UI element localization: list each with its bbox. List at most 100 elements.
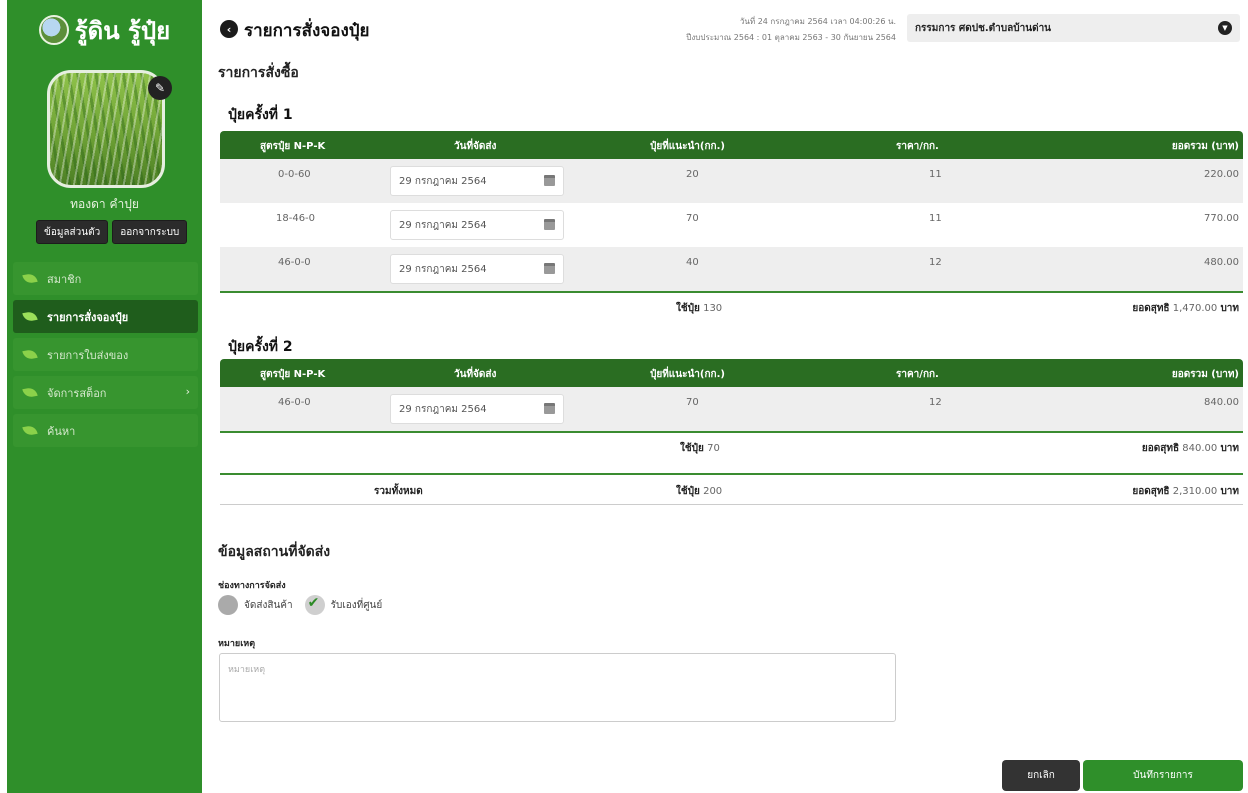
leaf-icon <box>22 310 38 323</box>
sidebar-item-label: จัดการสต็อก <box>47 386 107 400</box>
sidebar-item-fertilizer-orders[interactable]: รายการสั่งจองปุ๋ย <box>13 300 198 333</box>
summary-net-unit: บาท <box>1220 303 1239 314</box>
note-label: หมายเหตุ <box>218 639 256 649</box>
cell-qty: 20 <box>686 169 699 180</box>
sidebar: รู้ดิน รู้ปุ๋ย ✎ ทองดา คำปุย ข้อมูลส่วนต… <box>7 0 202 793</box>
shipping-section-title: ข้อมูลสถานที่จัดส่ง <box>218 544 331 560</box>
radio-ship-product[interactable] <box>218 595 238 615</box>
top-bar: ‹ รายการสั่งจองปุ๋ย วันที่ 24 กรกฎาคม 25… <box>218 14 1243 44</box>
back-arrow-icon[interactable]: ‹ <box>220 20 238 38</box>
col-price-per-kg: ราคา/กก. <box>896 141 939 152</box>
radio-pickup-center-label[interactable]: รับเองที่ศูนย์ <box>331 598 383 613</box>
cell-qty: 70 <box>686 397 699 408</box>
sidebar-item-label: สมาชิก <box>47 272 82 286</box>
table-row: 18-46-0 29 กรกฎาคม 2564 70 11 770.00 <box>220 203 1243 247</box>
calendar-icon <box>544 219 555 230</box>
cell-total: 220.00 <box>1204 169 1239 180</box>
summary-usage-value: 130 <box>703 303 723 314</box>
sidebar-item-label: รายการใบส่งของ <box>47 348 129 362</box>
summary-net: ยอดสุทธิ 840.00 บาท <box>1142 441 1239 456</box>
col-total: ยอดรวม (บาท) <box>1171 369 1239 380</box>
radio-ship-product-label[interactable]: จัดส่งสินค้า <box>244 598 293 613</box>
sidebar-item-label: รายการสั่งจองปุ๋ย <box>47 310 129 324</box>
grand-net-label: ยอดสุทธิ <box>1132 486 1170 497</box>
leaf-icon <box>22 424 38 437</box>
sidebar-nav: สมาชิก รายการสั่งจองปุ๋ย รายการใบส่งของ … <box>13 262 198 452</box>
cell-total: 480.00 <box>1204 257 1239 268</box>
table-row: 46-0-0 29 กรกฎาคม 2564 40 12 480.00 <box>220 247 1243 291</box>
summary-net-value: 1,470.00 <box>1172 303 1218 314</box>
summary-net-unit: บาท <box>1220 443 1239 454</box>
round-1-title: ปุ๋ยครั้งที่ 1 <box>228 107 293 123</box>
sidebar-item-search[interactable]: ค้นหา <box>13 414 198 447</box>
summary-usage-label: ใช้ปุ๋ย <box>680 443 704 454</box>
profile-buttons: ข้อมูลส่วนตัว ออกจากระบบ <box>36 220 188 244</box>
organization-selected-value: กรรมการ ศดปช.ตำบลบ้านด่าน <box>915 22 1052 34</box>
cell-price: 12 <box>929 257 942 268</box>
cell-qty: 40 <box>686 257 699 268</box>
date-info: วันที่ 24 กรกฎาคม 2564 เวลา 04:00:26 น. … <box>658 14 896 46</box>
col-recommended-qty: ปุ๋ยที่แนะนำ(กก.) <box>650 141 725 152</box>
cell-qty: 70 <box>686 213 699 224</box>
round-1-summary: ใช้ปุ๋ย 130 ยอดสุทธิ 1,470.00 บาท <box>220 291 1243 321</box>
sidebar-item-stock[interactable]: จัดการสต็อก › <box>13 376 198 409</box>
cell-formula: 46-0-0 <box>278 397 311 408</box>
summary-net: ยอดสุทธิ 1,470.00 บาท <box>1132 301 1239 316</box>
leaf-icon <box>22 348 38 361</box>
cell-total: 770.00 <box>1204 213 1239 224</box>
table-header: สูตรปุ๋ย N-P-K วันที่จัดส่ง ปุ๋ยที่แนะนำ… <box>220 359 1243 387</box>
summary-usage: ใช้ปุ๋ย 130 <box>676 301 722 316</box>
col-recommended-qty: ปุ๋ยที่แนะนำ(กก.) <box>650 369 725 380</box>
table-header: สูตรปุ๋ย N-P-K วันที่จัดส่ง ปุ๋ยที่แนะนำ… <box>220 131 1243 159</box>
user-name: ทองดา คำปุย <box>70 197 139 211</box>
delivery-date-input[interactable]: 29 กรกฎาคม 2564 <box>390 210 564 240</box>
note-textarea[interactable]: หมายเหตุ <box>219 653 896 722</box>
delivery-date-input[interactable]: 29 กรกฎาคม 2564 <box>390 166 564 196</box>
col-price-per-kg: ราคา/กก. <box>896 369 939 380</box>
round-2-title: ปุ๋ยครั้งที่ 2 <box>228 339 293 355</box>
leaf-icon <box>22 272 38 285</box>
note-placeholder: หมายเหตุ <box>228 665 266 675</box>
order-section-title: รายการสั่งซื้อ <box>218 65 299 81</box>
app-root: รู้ดิน รู้ปุ๋ย ✎ ทองดา คำปุย ข้อมูลส่วนต… <box>0 0 1248 793</box>
profile-info-button[interactable]: ข้อมูลส่วนตัว <box>36 220 109 244</box>
radio-pickup-center[interactable] <box>304 595 325 615</box>
cancel-button[interactable]: ยกเลิก <box>1002 760 1080 791</box>
summary-usage-label: ใช้ปุ๋ย <box>676 303 700 314</box>
brand-logo-icon <box>38 15 69 45</box>
grand-total-row: รวมทั้งหมด ใช้ปุ๋ย 200 ยอดสุทธิ 2,310.00… <box>220 473 1243 505</box>
summary-usage-value: 70 <box>707 443 720 454</box>
col-formula: สูตรปุ๋ย N-P-K <box>260 369 326 380</box>
sidebar-item-delivery-notes[interactable]: รายการใบส่งของ <box>13 338 198 371</box>
round-2-summary: ใช้ปุ๋ย 70 ยอดสุทธิ 840.00 บาท <box>220 431 1243 461</box>
grand-net-unit: บาท <box>1220 486 1239 497</box>
cell-formula: 46-0-0 <box>278 257 311 268</box>
sidebar-item-label: ค้นหา <box>47 424 76 438</box>
summary-net-label: ยอดสุทธิ <box>1132 303 1170 314</box>
calendar-icon <box>544 175 555 186</box>
edit-pencil-icon[interactable]: ✎ <box>148 76 172 100</box>
logout-button[interactable]: ออกจากระบบ <box>112 220 188 244</box>
organization-select[interactable]: กรรมการ ศดปช.ตำบลบ้านด่าน ▼ <box>907 14 1240 42</box>
cell-price: 11 <box>929 213 942 224</box>
summary-net-value: 840.00 <box>1182 443 1218 454</box>
save-button[interactable]: บันทึกรายการ <box>1083 760 1243 791</box>
cell-formula: 18-46-0 <box>276 213 316 224</box>
grand-net: ยอดสุทธิ 2,310.00 บาท <box>1132 484 1239 499</box>
chevron-right-icon: › <box>185 385 190 398</box>
chevron-down-icon: ▼ <box>1218 21 1232 35</box>
sidebar-item-members[interactable]: สมาชิก <box>13 262 198 295</box>
delivery-date-input[interactable]: 29 กรกฎาคม 2564 <box>390 254 564 284</box>
page-title: รายการสั่งจองปุ๋ย <box>244 21 370 41</box>
cell-price: 11 <box>929 169 942 180</box>
cell-formula: 0-0-60 <box>278 169 311 180</box>
grand-net-value: 2,310.00 <box>1172 486 1218 497</box>
summary-net-label: ยอดสุทธิ <box>1141 443 1180 454</box>
delivery-date-value: 29 กรกฎาคม 2564 <box>399 403 487 415</box>
delivery-date-input[interactable]: 29 กรกฎาคม 2564 <box>390 394 564 424</box>
cell-price: 12 <box>929 397 942 408</box>
col-delivery-date: วันที่จัดส่ง <box>454 141 497 152</box>
shipping-channel-options: จัดส่งสินค้า รับเองที่ศูนย์ <box>218 595 388 615</box>
round-1-table: สูตรปุ๋ย N-P-K วันที่จัดส่ง ปุ๋ยที่แนะนำ… <box>220 131 1243 321</box>
brand[interactable]: รู้ดิน รู้ปุ๋ย <box>7 12 202 48</box>
